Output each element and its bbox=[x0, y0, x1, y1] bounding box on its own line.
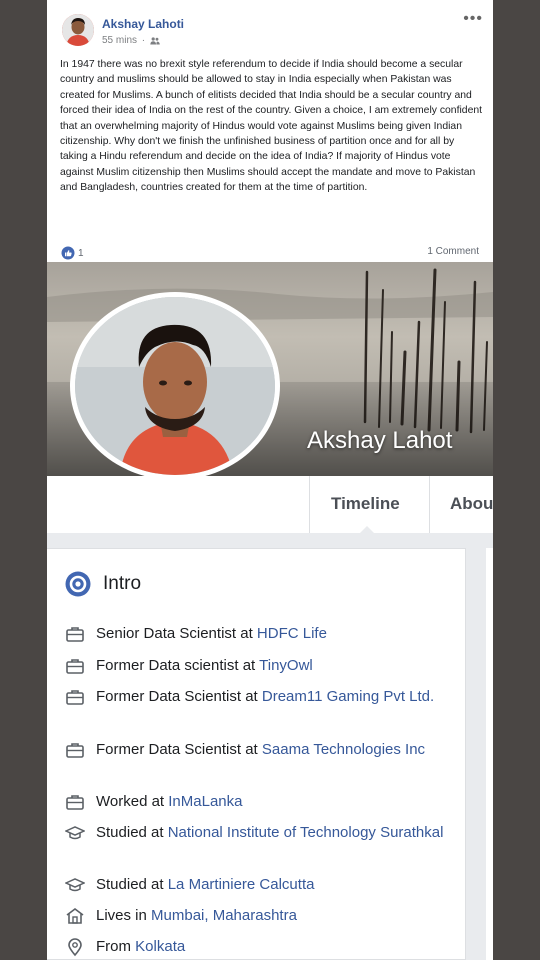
intro-item-link[interactable]: Kolkata bbox=[135, 938, 185, 955]
more-options-icon[interactable]: ••• bbox=[463, 10, 483, 28]
intro-item-text: From bbox=[96, 938, 136, 955]
tab-divider bbox=[309, 476, 310, 533]
intro-item-link[interactable]: National Institute of Technology Surathk… bbox=[168, 824, 444, 841]
intro-item-work: Former Data scientist at TinyOwl bbox=[65, 655, 455, 676]
post-time[interactable]: 55 mins bbox=[102, 35, 137, 46]
reaction-count: 1 bbox=[78, 247, 84, 259]
briefcase-icon bbox=[66, 795, 84, 810]
post-meta: 55 mins · bbox=[102, 35, 160, 46]
intro-item-link[interactable]: HDFC Life bbox=[257, 625, 327, 642]
intro-item-text: Studied at bbox=[96, 824, 168, 841]
screenshot-frame: Akshay Lahoti 55 mins · ••• In 1947 ther… bbox=[47, 0, 493, 960]
tab-divider bbox=[429, 476, 430, 533]
post-header: Akshay Lahoti 55 mins · ••• bbox=[47, 0, 493, 56]
author-name[interactable]: Akshay Lahoti bbox=[102, 17, 184, 31]
intro-item-text: Former Data Scientist at bbox=[96, 741, 262, 758]
profile-picture[interactable] bbox=[70, 292, 280, 480]
intro-item-text: Senior Data Scientist at bbox=[96, 625, 257, 642]
post-body: In 1947 there was no brexit style refere… bbox=[60, 59, 483, 194]
friends-audience-icon[interactable] bbox=[150, 36, 160, 45]
location-pin-icon bbox=[68, 938, 82, 957]
comment-count[interactable]: 1 Comment bbox=[427, 246, 479, 257]
briefcase-icon bbox=[66, 627, 84, 642]
profile-tabs: Timeline Abou bbox=[47, 476, 493, 533]
briefcase-icon bbox=[66, 690, 84, 705]
tab-timeline[interactable]: Timeline bbox=[331, 494, 400, 514]
intro-item-link[interactable]: La Martiniere Calcutta bbox=[168, 876, 315, 893]
intro-title: Intro bbox=[103, 573, 142, 594]
briefcase-icon bbox=[66, 659, 84, 674]
profile-name[interactable]: Akshay Lahot bbox=[307, 427, 452, 455]
intro-globe-icon bbox=[65, 571, 91, 597]
intro-item-work: Former Data Scientist at Dream11 Gaming … bbox=[65, 686, 455, 707]
intro-item-link[interactable]: TinyOwl bbox=[259, 657, 313, 674]
intro-item-link[interactable]: Dream11 Gaming Pvt Ltd. bbox=[262, 688, 434, 705]
graduation-cap-icon bbox=[65, 878, 85, 892]
intro-item-link[interactable]: Mumbai, Maharashtra bbox=[151, 907, 297, 924]
intro-item-hometown: From Kolkata bbox=[65, 936, 455, 957]
intro-item-text: Lives in bbox=[96, 907, 152, 924]
intro-header: Intro bbox=[65, 570, 141, 598]
intro-item-text: Former Data Scientist at bbox=[96, 688, 262, 705]
intro-item-education: Studied at National Institute of Technol… bbox=[65, 822, 455, 843]
intro-item-link[interactable]: Saama Technologies Inc bbox=[262, 741, 425, 758]
intro-item-work: Worked at InMaLanka bbox=[65, 791, 455, 812]
meta-separator: · bbox=[139, 35, 148, 46]
tab-about[interactable]: Abou bbox=[450, 494, 493, 514]
intro-item-link[interactable]: InMaLanka bbox=[168, 793, 242, 810]
reaction-summary[interactable]: 1 bbox=[61, 246, 84, 260]
author-avatar[interactable] bbox=[62, 14, 94, 46]
intro-item-work: Senior Data Scientist at HDFC Life bbox=[65, 623, 455, 644]
right-column-edge bbox=[486, 548, 493, 960]
briefcase-icon bbox=[66, 743, 84, 758]
intro-item-residence: Lives in Mumbai, Maharashtra bbox=[65, 905, 455, 926]
graduation-cap-icon bbox=[65, 826, 85, 840]
intro-item-work: Former Data Scientist at Saama Technolog… bbox=[65, 739, 455, 760]
intro-item-education: Studied at La Martiniere Calcutta bbox=[65, 874, 455, 895]
intro-item-text: Former Data scientist at bbox=[96, 657, 260, 674]
like-reaction-icon bbox=[61, 246, 75, 260]
intro-item-text: Studied at bbox=[96, 876, 168, 893]
intro-item-text: Worked at bbox=[96, 793, 169, 810]
home-icon bbox=[66, 908, 84, 924]
